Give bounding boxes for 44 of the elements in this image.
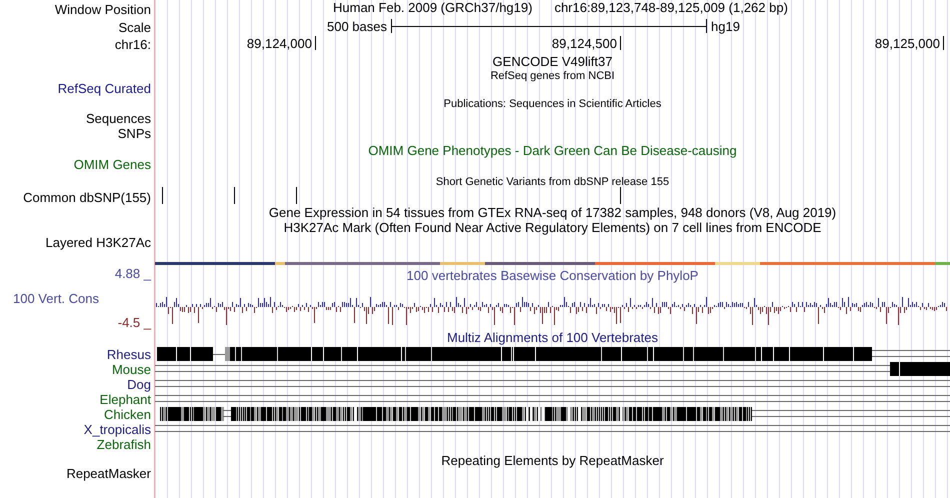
track-label: chr16: (114, 37, 151, 52)
variant-mark (162, 187, 163, 204)
track-title: GENCODE V49lift37 (492, 54, 612, 69)
species-label: Elephant (100, 392, 151, 407)
position-range: chr16:89,123,748-89,125,009 (1,262 bp) (554, 0, 788, 16)
track-title: 100 vertebrates Basewise Conservation by PhyloP (406, 268, 698, 283)
axis-min-label: -4.5 _ (118, 315, 151, 330)
species-label: Chicken (104, 407, 151, 422)
track-label: OMIM Genes (74, 157, 151, 172)
assembly-label: hg19 (711, 18, 740, 34)
track-label: Window Position (54, 2, 151, 17)
track-label: Layered H3K27Ac (45, 235, 151, 250)
track-title: Publications: Sequences in Scientific Articles (444, 98, 662, 110)
coordinate-label: 89,124,000 (246, 37, 312, 51)
tick-mark (943, 36, 944, 50)
track-label: Sequences (86, 111, 151, 126)
track-title: Repeating Elements by RepeatMasker (441, 453, 664, 468)
track-label: RepeatMasker (66, 466, 151, 481)
track-label: Common dbSNP(155) (23, 190, 151, 205)
variant-mark (296, 187, 297, 204)
track-label: 100 Vert. Cons (13, 290, 99, 306)
track-title: OMIM Gene Phenotypes - Dark Green Can Be Disease-causing (368, 143, 737, 158)
tick-mark (620, 36, 621, 50)
species-label: X_tropicalis (84, 422, 151, 437)
track-title: Gene Expression in 54 tissues from GTEx RNA-seq of 17382 samples, 948 donors (V8, Aug 2019) (268, 205, 836, 220)
species-label: Rhesus (106, 347, 151, 362)
coordinate-label: 89,124,500 (552, 37, 617, 51)
track-title: H3K27Ac Mark (Often Found Near Active Regulatory Elements) on 7 cell lines from ENCODE (284, 220, 822, 235)
track-label: Scale (118, 20, 151, 35)
variant-mark (620, 187, 621, 204)
species-label: Mouse (112, 362, 151, 377)
axis-max-label: 4.88 _ (114, 266, 151, 281)
tick-mark (315, 36, 316, 50)
scale-label: 500 bases (327, 18, 387, 34)
track-label: RefSeq Curated (58, 81, 151, 96)
assembly-name: Human Feb. 2009 (GRCh37/hg19) (333, 0, 532, 16)
species-label: Zebrafish (96, 437, 151, 452)
track-title: RefSeq genes from NCBI (490, 70, 615, 82)
track-title: Short Genetic Variants from dbSNP release 155 (436, 176, 670, 188)
track-label: SNPs (118, 126, 151, 141)
variant-mark (234, 187, 235, 204)
coordinate-label: 89,125,000 (874, 37, 940, 51)
track-title: Multiz Alignments of 100 Vertebrates (446, 331, 658, 345)
species-label: Dog (127, 377, 151, 392)
